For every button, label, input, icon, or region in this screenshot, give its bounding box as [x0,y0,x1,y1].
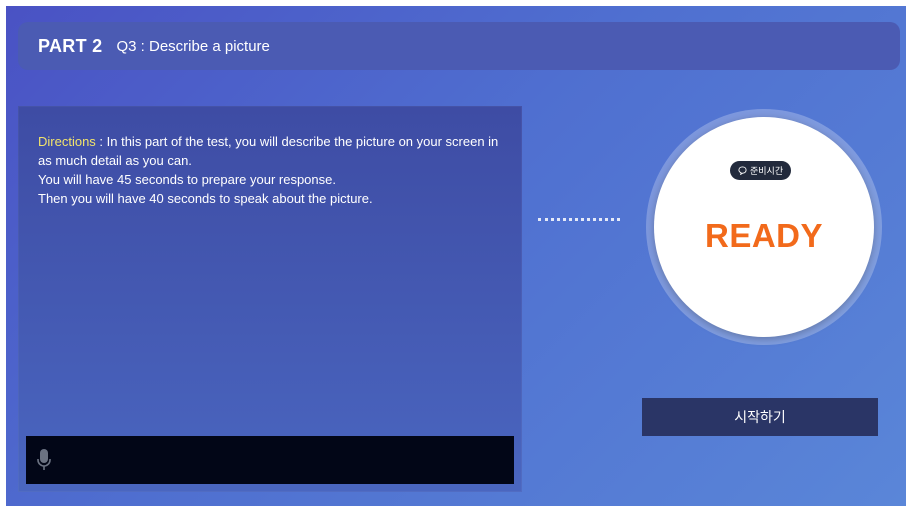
part-label: PART 2 [38,35,103,56]
directions-panel: Directions : In this part of the test, y… [18,106,522,492]
question-header: PART 2 Q3 : Describe a picture [18,22,900,70]
microphone-icon [37,449,51,470]
directions-label: Directions [38,134,96,149]
directions-separator: : [95,134,107,149]
start-button[interactable]: 시작하기 [642,398,878,436]
directions-line-3: Then you will have 40 seconds to speak a… [38,191,373,206]
directions-line-1: In this part of the test, you will descr… [38,134,499,168]
recording-bar [26,436,514,484]
question-title: Q3 : Describe a picture [116,37,270,55]
prep-time-label: 준비시간 [750,166,784,176]
ready-status: READY [704,217,824,254]
timer-circle: 준비시간 READY [654,117,874,337]
directions-line-2: You will have 45 seconds to prepare your… [38,172,336,187]
dotted-connector [538,218,620,221]
speech-bubble-icon [738,166,747,175]
test-screen: PART 2 Q3 : Describe a picture Direction… [6,6,906,506]
directions-text: Directions : In this part of the test, y… [38,132,508,208]
prep-time-badge: 준비시간 [730,161,792,180]
